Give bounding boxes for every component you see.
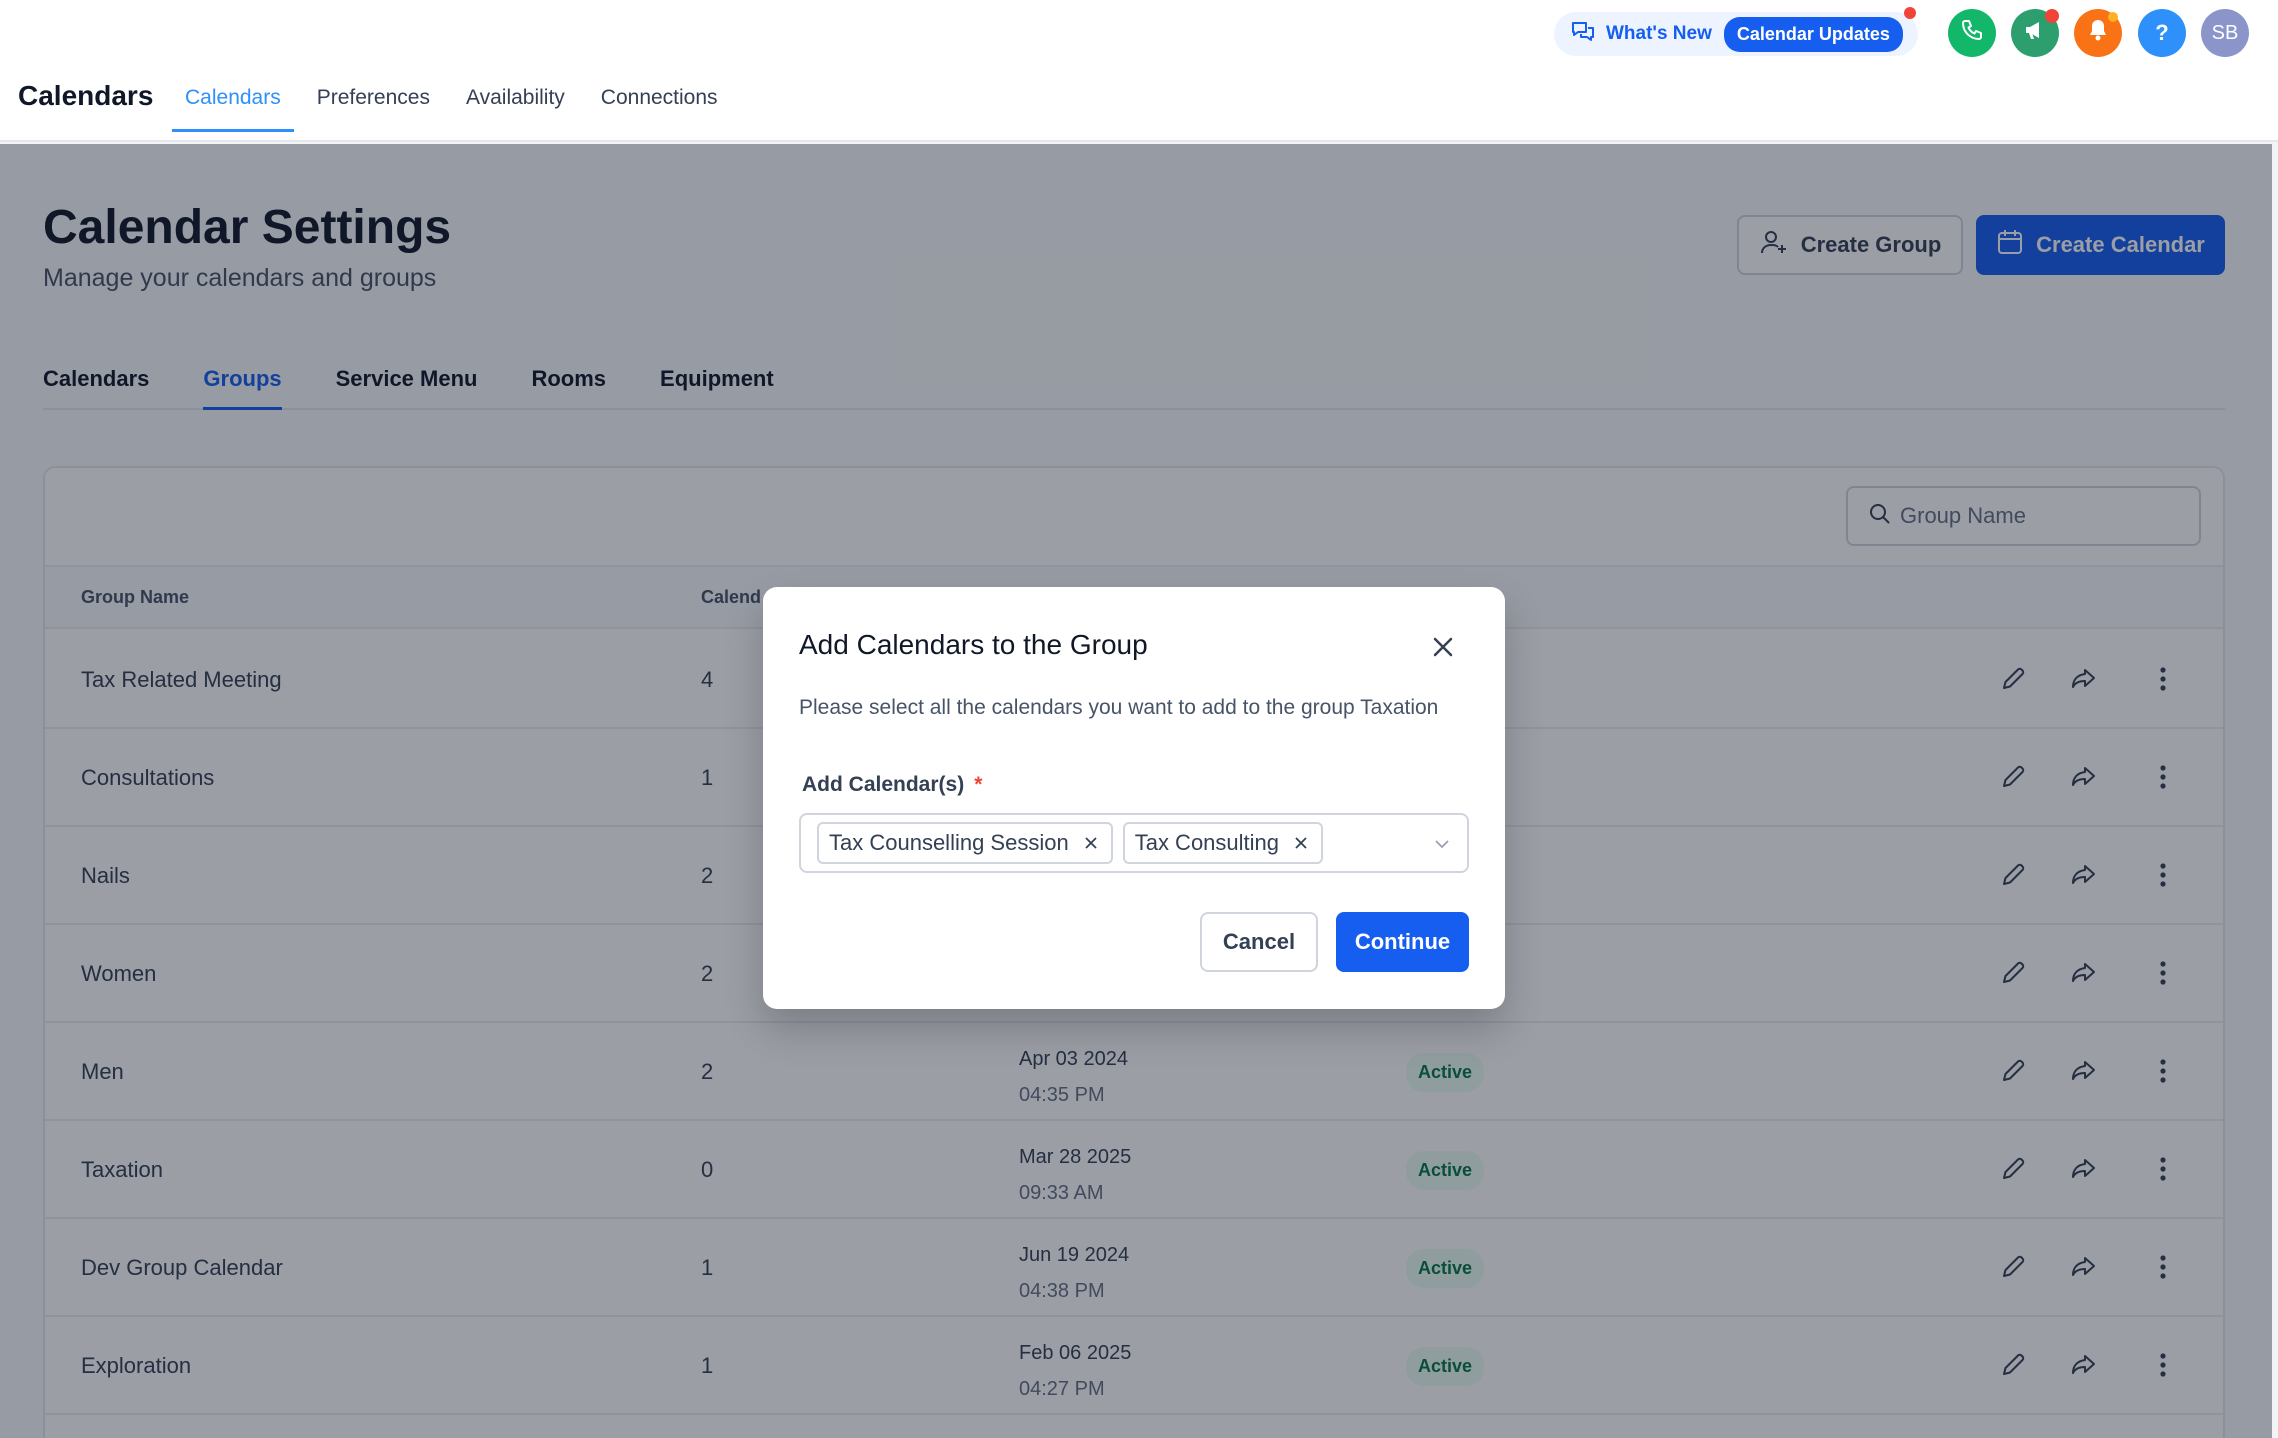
- add-calendars-modal: Add Calendars to the Group Please select…: [763, 587, 1505, 1009]
- phone-icon: [1960, 18, 1984, 48]
- modal-title: Add Calendars to the Group: [799, 629, 1148, 660]
- calendar-updates-badge[interactable]: Calendar Updates: [1723, 16, 1903, 52]
- top-nav-calendars[interactable]: Calendars: [172, 58, 294, 142]
- chip-label: Tax Consulting: [1134, 830, 1280, 855]
- whats-new-button[interactable]: What's New Calendar Updates: [1554, 12, 1918, 56]
- required-mark: *: [974, 773, 983, 796]
- continue-button[interactable]: Continue: [1336, 912, 1469, 972]
- bell-icon: [2086, 17, 2110, 49]
- chat-icon: [1570, 20, 1596, 49]
- help-icon: ?: [2155, 20, 2169, 45]
- notification-dot: [1904, 7, 1916, 19]
- remove-chip-icon[interactable]: [1083, 835, 1099, 851]
- close-icon: [1432, 636, 1454, 663]
- top-nav-availability[interactable]: Availability: [453, 58, 578, 142]
- top-nav: Calendars Preferences Availability Conne…: [172, 58, 741, 142]
- app-title: Calendars: [18, 80, 154, 111]
- remove-chip-icon[interactable]: [1293, 835, 1309, 851]
- selected-calendar-chip: Tax Consulting: [1122, 822, 1324, 864]
- phone-button[interactable]: [1948, 9, 1996, 57]
- top-nav-preferences[interactable]: Preferences: [304, 58, 443, 142]
- notification-badge-dot: [2108, 12, 2118, 22]
- chevron-down-icon[interactable]: [1433, 835, 1451, 858]
- whats-new-label: What's New: [1606, 23, 1712, 44]
- selected-calendar-chip: Tax Counselling Session: [817, 822, 1113, 864]
- calendar-multiselect[interactable]: Tax Counselling Session Tax Consulting: [799, 813, 1469, 873]
- avatar[interactable]: SB: [2201, 9, 2249, 57]
- add-calendars-label: Add Calendar(s) *: [802, 773, 982, 797]
- modal-description: Please select all the calendars you want…: [799, 696, 1439, 719]
- announcement-dot: [2045, 9, 2059, 23]
- close-button[interactable]: [1423, 629, 1463, 669]
- cancel-button[interactable]: Cancel: [1200, 912, 1318, 972]
- chip-label: Tax Counselling Session: [829, 830, 1069, 855]
- help-button[interactable]: ?: [2138, 9, 2186, 57]
- megaphone-icon: [2022, 18, 2048, 48]
- top-nav-connections[interactable]: Connections: [588, 58, 731, 142]
- field-label-text: Add Calendar(s): [802, 773, 965, 796]
- top-header: Calendars Calendars Preferences Availabi…: [0, 0, 2278, 142]
